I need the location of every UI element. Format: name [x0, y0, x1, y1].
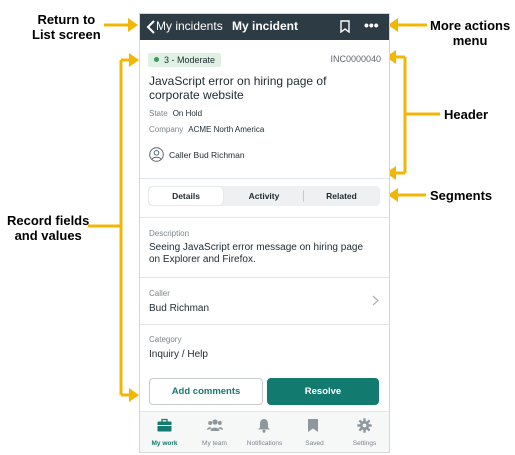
- company-label: Company: [149, 125, 184, 134]
- record-number: INC0000040: [330, 54, 381, 64]
- caller-name: Caller Bud Richman: [169, 150, 245, 160]
- annotation-header: Header: [444, 107, 489, 122]
- tab-my-team[interactable]: My team: [190, 412, 239, 452]
- caller-field-label: Caller: [149, 289, 170, 298]
- annotation-more-actions: More actions menu: [430, 18, 510, 48]
- priority-badge: 3 - Moderate: [148, 53, 222, 67]
- annotation-line: Return to: [37, 12, 96, 27]
- annotation-line: Record fields: [7, 213, 90, 228]
- tab-saved[interactable]: Saved: [290, 412, 339, 452]
- tab-notifications[interactable]: Notifications: [240, 412, 289, 452]
- record-short-description: JavaScript error on hiring page of corpo…: [149, 74, 327, 102]
- tab-label: Saved: [305, 440, 324, 447]
- annotation-record-fields: Record fields and values: [7, 213, 89, 243]
- priority-label: 3 - Moderate: [164, 55, 216, 65]
- category-label: Category: [149, 335, 182, 344]
- description-value: Seeing JavaScript error message on hirin…: [149, 242, 364, 265]
- tab-my-work[interactable]: My work: [140, 412, 189, 452]
- bookmark-icon[interactable]: [340, 20, 350, 33]
- back-to-list-button[interactable]: My incidents: [156, 19, 223, 33]
- chevron-right-icon: [372, 295, 379, 306]
- company-value: ACME North America: [188, 125, 265, 134]
- user-avatar-icon: [149, 147, 164, 162]
- resolve-button[interactable]: Resolve: [267, 378, 379, 405]
- annotation-line: and values: [14, 228, 82, 243]
- segment-related[interactable]: Related: [304, 187, 379, 205]
- divider: [140, 277, 389, 278]
- annotation-line: List screen: [32, 27, 101, 42]
- annotation-line: More actions: [430, 18, 511, 33]
- segment-details[interactable]: Details: [149, 187, 223, 205]
- phone-screen: My incidents My incident ••• 3 - Moderat…: [139, 13, 390, 453]
- divider: [140, 217, 389, 218]
- add-comments-button[interactable]: Add comments: [149, 378, 263, 405]
- tab-label: My team: [202, 440, 227, 447]
- bottom-tab-bar: My work My team Notifications Saved Sett…: [140, 411, 389, 452]
- tab-settings[interactable]: Settings: [340, 412, 389, 452]
- annotation-return-to-list: Return to List screen: [32, 12, 101, 42]
- more-actions-button[interactable]: •••: [364, 17, 379, 33]
- gear-icon: [357, 418, 372, 433]
- segment-activity[interactable]: Activity: [226, 187, 302, 205]
- caller-field-value: Bud Richman: [149, 303, 210, 314]
- bell-icon: [258, 419, 270, 433]
- state-label: State: [149, 109, 168, 118]
- page-title: My incident: [232, 19, 299, 33]
- tab-label: Notifications: [246, 440, 283, 447]
- category-value: Inquiry / Help: [149, 349, 208, 360]
- segmented-control: Details Activity Related: [148, 186, 380, 206]
- top-navigation-bar: My incidents My incident •••: [140, 14, 389, 40]
- divider: [140, 178, 389, 179]
- priority-dot-icon: [154, 57, 159, 63]
- tab-label: My work: [151, 440, 178, 447]
- team-icon: [207, 419, 223, 431]
- state-value: On Hold: [172, 109, 203, 118]
- divider: [140, 324, 389, 325]
- annotation-line: menu: [452, 33, 488, 48]
- description-label: Description: [149, 229, 190, 238]
- state-row: State On Hold: [149, 109, 202, 118]
- annotation-segments: Segments: [430, 188, 493, 203]
- bookmark-icon: [308, 419, 318, 432]
- briefcase-icon: [157, 418, 172, 432]
- tab-label: Settings: [352, 440, 377, 447]
- company-row: Company ACME North America: [149, 125, 264, 134]
